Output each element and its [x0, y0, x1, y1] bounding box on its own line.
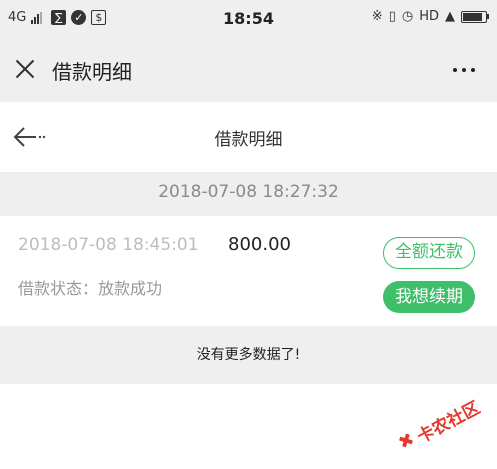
hd-label: HD [419, 9, 439, 24]
close-icon[interactable] [10, 54, 40, 84]
full-repay-button[interactable]: 全额还款 [383, 237, 475, 269]
vibrate-icon: ▯ [388, 9, 396, 24]
no-more-data: 没有更多数据了! [0, 326, 497, 384]
bluetooth-icon: ※ [371, 9, 383, 24]
loan-record: 2018-07-08 18:45:01 800.00 借款状态：放款成功 全额还… [0, 216, 497, 326]
page-title: 借款明细 [214, 130, 283, 150]
date-group-header: 2018-07-08 18:27:32 [0, 172, 497, 216]
record-amount: 800.00 [228, 234, 291, 255]
alarm-icon: ◷ [401, 9, 414, 24]
webview-title-bar: 借款明细 [0, 38, 497, 102]
page-header: 借款明细 [0, 102, 497, 172]
webview-title: 借款明细 [52, 60, 132, 84]
more-icon[interactable] [453, 68, 475, 72]
wifi-icon: ▲ [445, 9, 455, 24]
status-right: ※ ▯ ◷ HD ▲ [372, 9, 489, 24]
renew-button[interactable]: 我想续期 [383, 281, 475, 313]
record-time: 2018-07-08 18:45:01 [18, 235, 199, 255]
status-bar: 4G ∑ ✓ $ 18:54 ※ ▯ ◷ HD ▲ [0, 0, 497, 38]
battery-icon [461, 10, 489, 23]
record-status: 借款状态：放款成功 [18, 279, 163, 298]
